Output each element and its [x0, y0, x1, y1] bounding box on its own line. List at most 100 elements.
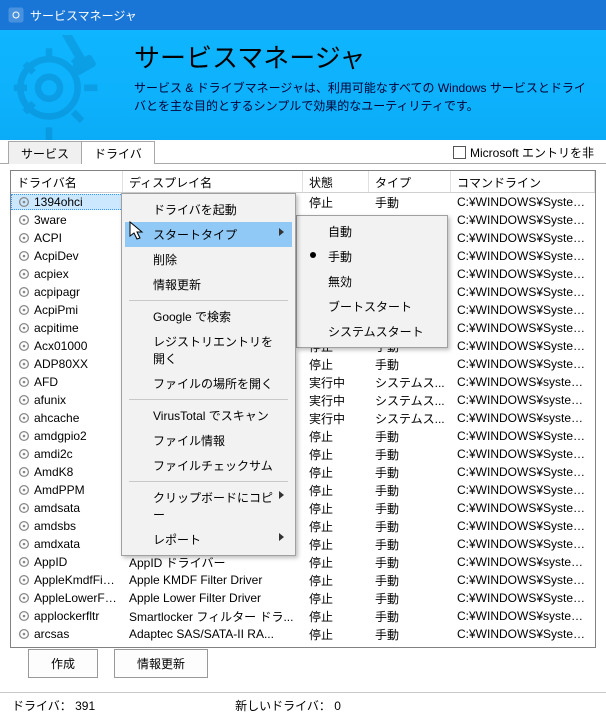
table-row[interactable]: amdgpio2停止手動C:¥WINDOWS¥System32¥drivers	[11, 427, 595, 445]
col-display[interactable]: ディスプレイ名	[123, 171, 303, 192]
cell-status: 停止	[303, 536, 369, 553]
table-row[interactable]: ADP80XX停止手動C:¥WINDOWS¥System32¥drivers	[11, 355, 595, 373]
cell-cmd: C:¥WINDOWS¥System32¥drivers	[451, 249, 595, 263]
ctx-start[interactable]: ドライバを起動	[125, 197, 292, 222]
table-row[interactable]: AFD実行中システムス...C:¥WINDOWS¥system32¥driver…	[11, 373, 595, 391]
table-row[interactable]: ahcache実行中システムス...C:¥WINDOWS¥system32¥DR…	[11, 409, 595, 427]
table-row[interactable]: AppleLowerFilterApple Lower Filter Drive…	[11, 589, 595, 607]
gear-icon	[17, 321, 31, 335]
gear-icon	[17, 627, 31, 641]
cell-cmd: C:¥WINDOWS¥System32¥drivers	[451, 627, 595, 641]
cell-status: 停止	[303, 482, 369, 499]
col-type[interactable]: タイプ	[369, 171, 451, 192]
col-name[interactable]: ドライバ名	[11, 171, 123, 192]
cell-status: 停止	[303, 446, 369, 463]
ctx-fileinfo[interactable]: ファイル情報	[125, 428, 292, 453]
table-row[interactable]: 1394ohci停止手動C:¥WINDOWS¥System32¥drivers	[11, 193, 595, 211]
gear-icon	[17, 195, 31, 209]
submenu-arrow-icon	[279, 228, 284, 236]
sub-auto[interactable]: 自動	[300, 219, 444, 244]
cell-cmd: C:¥WINDOWS¥system32¥DRIVER	[451, 411, 595, 425]
ctx-regopen[interactable]: レジストリエントリを開く	[125, 329, 292, 371]
table-row[interactable]: afunix実行中システムス...C:¥WINDOWS¥system32¥dri…	[11, 391, 595, 409]
sub-manual-label: 手動	[328, 250, 352, 264]
cell-cmd: C:¥WINDOWS¥system32¥drivers	[451, 555, 595, 569]
ctx-refresh[interactable]: 情報更新	[125, 272, 292, 297]
table-row[interactable]: amdi2c停止手動C:¥WINDOWS¥System32¥drivers	[11, 445, 595, 463]
cell-status: 実行中	[303, 392, 369, 409]
cell-name: Acx01000	[34, 339, 87, 353]
sub-system[interactable]: システムスタート	[300, 319, 444, 344]
cell-status: 停止	[303, 554, 369, 571]
cell-type: 手動	[369, 626, 451, 643]
cell-name: AFD	[34, 375, 58, 389]
ctx-vt[interactable]: VirusTotal でスキャン	[125, 403, 292, 428]
cell-name: amdsata	[34, 501, 80, 515]
create-button[interactable]: 作成	[28, 649, 98, 678]
app-icon	[8, 7, 24, 23]
table-row[interactable]: applockerfltrSmartlocker フィルター ドラ...停止手動…	[11, 607, 595, 625]
ctx-checksum[interactable]: ファイルチェックサム	[125, 453, 292, 478]
cell-type: 手動	[369, 608, 451, 625]
ctx-delete[interactable]: 削除	[125, 247, 292, 272]
col-cmd[interactable]: コマンドライン	[451, 171, 595, 192]
gear-icon	[17, 537, 31, 551]
header: サービスマネージャ サービス & ドライブマネージャは、利用可能なすべての Wi…	[0, 30, 606, 140]
ctx-fileloc[interactable]: ファイルの場所を開く	[125, 371, 292, 396]
cell-name: 1394ohci	[34, 195, 83, 209]
bottom-buttons: 作成 情報更新	[28, 649, 208, 678]
sub-disabled[interactable]: 無効	[300, 269, 444, 294]
cell-display: Smartlocker フィルター ドラ...	[123, 608, 303, 625]
ctx-starttype[interactable]: スタートタイプ	[125, 222, 292, 247]
gear-icon	[17, 465, 31, 479]
sub-manual[interactable]: 手動	[300, 244, 444, 269]
cell-status: 停止	[303, 428, 369, 445]
gear-icon	[17, 573, 31, 587]
cell-cmd: C:¥WINDOWS¥system32¥drivers	[451, 375, 595, 389]
table-row[interactable]: AppleKmdfFilterApple KMDF Filter Driver停…	[11, 571, 595, 589]
hide-ms-checkbox[interactable]	[453, 146, 466, 159]
selected-dot-icon	[310, 252, 316, 258]
cell-type: 手動	[369, 428, 451, 445]
tab-bar: サービス ドライバ Microsoft エントリを非	[0, 140, 606, 164]
cell-name: amdxata	[34, 537, 80, 551]
starttype-submenu: 自動 手動 無効 ブートスタート システムスタート	[296, 215, 448, 348]
ctx-google[interactable]: Google で検索	[125, 304, 292, 329]
gear-icon	[17, 411, 31, 425]
cell-name: applockerfltr	[34, 609, 99, 623]
cell-name: 3ware	[34, 213, 67, 227]
ctx-starttype-label: スタートタイプ	[153, 228, 237, 242]
table-row[interactable]: AmdK8停止手動C:¥WINDOWS¥System32¥drivers	[11, 463, 595, 481]
table-row[interactable]: AppIDAppID ドライバー停止手動C:¥WINDOWS¥system32¥…	[11, 553, 595, 571]
cell-cmd: C:¥WINDOWS¥System32¥drivers	[451, 573, 595, 587]
tab-drivers[interactable]: ドライバ	[81, 141, 155, 164]
table-row[interactable]: AmdPPM停止手動C:¥WINDOWS¥System32¥drivers	[11, 481, 595, 499]
ctx-clipboard[interactable]: クリップボードにコピー	[125, 485, 292, 527]
driver-table: ドライバ名 ディスプレイ名 状態 タイプ コマンドライン 1394ohci停止手…	[10, 170, 596, 648]
cell-cmd: C:¥WINDOWS¥System32¥drivers	[451, 465, 595, 479]
ctx-report[interactable]: レポート	[125, 527, 292, 552]
cell-name: arcsas	[34, 627, 69, 641]
gear-icon	[17, 231, 31, 245]
gear-icon	[17, 357, 31, 371]
cell-display: Adaptec SAS/SATA-II RA...	[123, 627, 303, 641]
tab-services[interactable]: サービス	[8, 141, 82, 164]
separator	[129, 300, 288, 301]
cell-type: 手動	[369, 572, 451, 589]
cell-name: AmdK8	[34, 465, 73, 479]
hide-ms-option[interactable]: Microsoft エントリを非	[453, 144, 594, 161]
table-row[interactable]: amdxataamdxata停止手動C:¥WINDOWS¥System32¥dr…	[11, 535, 595, 553]
table-row[interactable]: amdsataamdsata停止手動C:¥WINDOWS¥System32¥dr…	[11, 499, 595, 517]
refresh-button[interactable]: 情報更新	[114, 649, 208, 678]
gear-icon	[17, 375, 31, 389]
cell-name: acpitime	[34, 321, 79, 335]
table-row[interactable]: amdsbsamdsbs停止手動C:¥WINDOWS¥System32¥driv…	[11, 517, 595, 535]
sub-boot[interactable]: ブートスタート	[300, 294, 444, 319]
table-row[interactable]: arcsasAdaptec SAS/SATA-II RA...停止手動C:¥WI…	[11, 625, 595, 643]
col-status[interactable]: 状態	[303, 171, 369, 192]
cell-display: AppID ドライバー	[123, 554, 303, 571]
cell-type: 手動	[369, 446, 451, 463]
cell-cmd: C:¥WINDOWS¥System32¥drivers	[451, 321, 595, 335]
gear-icon	[17, 555, 31, 569]
cell-status: 停止	[303, 194, 369, 211]
